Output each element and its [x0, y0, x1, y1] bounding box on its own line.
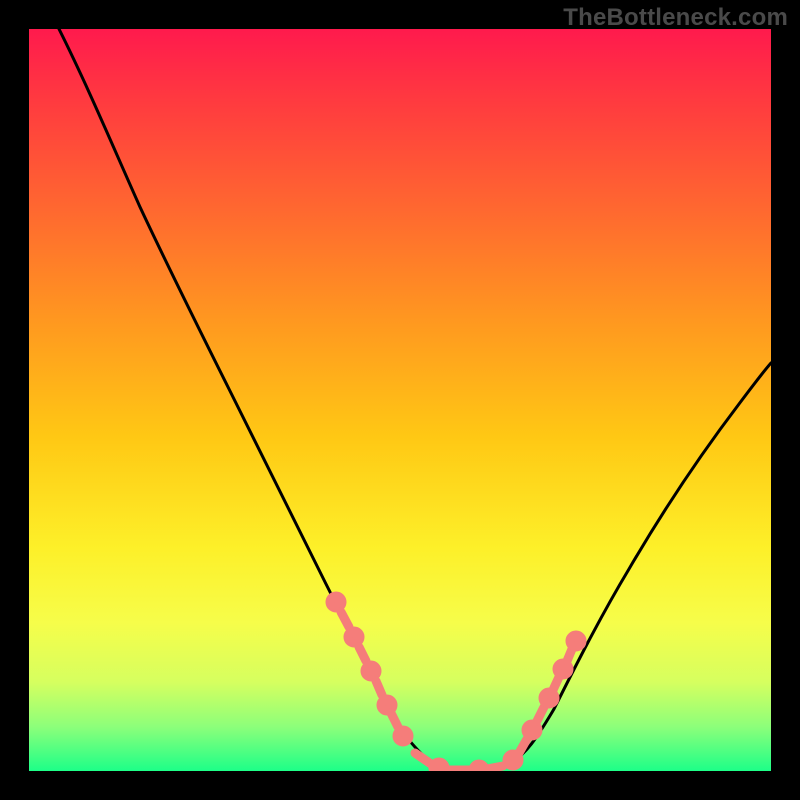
- highlighted-points-left: [330, 596, 409, 742]
- chart-svg: [29, 29, 771, 771]
- watermark-text: TheBottleneck.com: [563, 4, 788, 32]
- chart-frame: TheBottleneck.com: [0, 0, 800, 800]
- highlighted-points-valley: [415, 753, 503, 771]
- plot-area: [29, 29, 771, 771]
- highlighted-points-right: [507, 635, 582, 766]
- bottleneck-curve: [59, 29, 771, 770]
